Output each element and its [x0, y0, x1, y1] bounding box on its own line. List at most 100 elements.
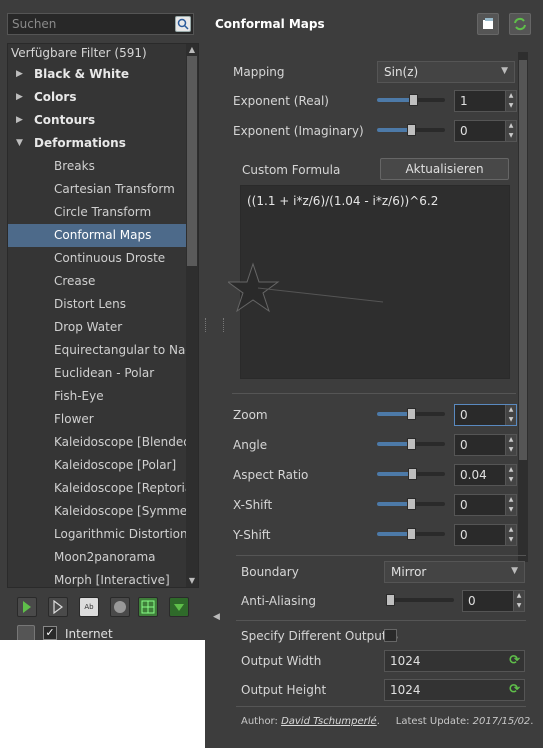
exponent-imag-slider[interactable]: [377, 124, 445, 136]
separator: [236, 555, 526, 556]
tree-item[interactable]: Kaleidoscope [Symmetry: [8, 500, 186, 523]
settings-scrollbar[interactable]: [518, 52, 528, 562]
specify-output-checkbox[interactable]: [384, 629, 397, 642]
zoom-value: 0: [460, 408, 468, 422]
sphere-icon[interactable]: [110, 597, 130, 617]
tree-item[interactable]: Continuous Droste: [8, 247, 186, 270]
tree-item[interactable]: Equirectangular to Nadir-: [8, 339, 186, 362]
slider-knob[interactable]: [407, 408, 416, 420]
search-icon[interactable]: [175, 16, 191, 32]
settings-scrollbar-thumb[interactable]: [519, 60, 527, 460]
slider-knob[interactable]: [407, 528, 416, 540]
refresh-icon[interactable]: [509, 13, 531, 35]
spin-arrows-icon[interactable]: ▲ ▼: [505, 121, 516, 141]
collapse-arrow-icon[interactable]: ◀: [213, 612, 225, 624]
spin-arrows-icon[interactable]: ▲ ▼: [505, 525, 516, 545]
zoom-slider[interactable]: [377, 408, 445, 420]
mapping-select[interactable]: Sin(z) ▼: [377, 61, 515, 83]
spin-arrows-icon[interactable]: ▲ ▼: [505, 465, 516, 485]
spin-arrows-icon[interactable]: ▲ ▼: [505, 435, 516, 455]
tree-item[interactable]: Euclidean - Polar: [8, 362, 186, 385]
exponent-real-spinbox[interactable]: 1 ▲ ▼: [454, 90, 517, 112]
splitter-grip-right[interactable]: [223, 318, 226, 332]
panel-splitter[interactable]: ◀: [205, 0, 227, 748]
tree-category[interactable]: ▶ Black & White: [8, 63, 186, 86]
tree-item[interactable]: Moon2panorama: [8, 546, 186, 569]
tree-item-label: Crease: [54, 274, 96, 288]
tree-item[interactable]: Morph [Interactive]: [8, 569, 186, 587]
tree-category[interactable]: ▼ Deformations: [8, 132, 186, 155]
download-icon[interactable]: [169, 597, 189, 617]
output-width-value[interactable]: 1024: [390, 654, 421, 668]
tree-category[interactable]: ▶ Contours: [8, 109, 186, 132]
tree-item[interactable]: Fish-Eye: [8, 385, 186, 408]
slider-knob[interactable]: [407, 498, 416, 510]
exponent-real-slider[interactable]: [377, 94, 445, 106]
tree-item[interactable]: Flower: [8, 408, 186, 431]
chevron-down-icon[interactable]: ▼: [16, 132, 23, 155]
author-link[interactable]: David Tschumperlé: [281, 716, 377, 727]
tree-item[interactable]: Kaleidoscope [Polar]: [8, 454, 186, 477]
aspect-ratio-slider[interactable]: [377, 468, 445, 480]
splitter-grip-left[interactable]: [205, 318, 208, 332]
slider-knob[interactable]: [409, 94, 418, 106]
spin-arrows-icon[interactable]: ▲ ▼: [513, 591, 524, 611]
formula-text[interactable]: ((1.1 + i*z/6)/(1.04 - i*z/6))^6.2: [247, 194, 438, 208]
grid-icon[interactable]: [138, 597, 158, 617]
chevron-right-icon[interactable]: ▶: [16, 86, 23, 109]
chevron-right-icon[interactable]: ▶: [16, 109, 23, 132]
refresh-icon[interactable]: ⟳: [509, 653, 520, 668]
tree-item[interactable]: Crease: [8, 270, 186, 293]
tree-item[interactable]: Logarithmic Distortion: [8, 523, 186, 546]
tree-item[interactable]: Cartesian Transform: [8, 178, 186, 201]
tree-item-label: Kaleidoscope [Polar]: [54, 458, 177, 472]
output-height-field[interactable]: 1024 ⟳: [384, 679, 525, 701]
x-shift-slider[interactable]: [377, 498, 445, 510]
tree-item[interactable]: Circle Transform: [8, 201, 186, 224]
output-height-value[interactable]: 1024: [390, 683, 421, 697]
slider-knob[interactable]: [407, 438, 416, 450]
chevron-right-icon[interactable]: ▶: [16, 63, 23, 86]
x-shift-spinbox[interactable]: 0 ▲ ▼: [454, 494, 517, 516]
scroll-down-icon[interactable]: ▼: [186, 575, 198, 587]
add-favorite-icon[interactable]: [17, 597, 37, 617]
tree-item[interactable]: Drop Water: [8, 316, 186, 339]
search-field[interactable]: Suchen: [7, 13, 194, 35]
search-input[interactable]: Suchen: [12, 17, 56, 31]
anti-aliasing-slider[interactable]: [386, 594, 454, 606]
tree-category[interactable]: ▶ Colors: [8, 86, 186, 109]
refresh-icon[interactable]: ⟳: [509, 682, 520, 697]
angle-spinbox[interactable]: 0 ▲ ▼: [454, 434, 517, 456]
text-icon[interactable]: Ab: [79, 597, 99, 617]
spin-arrows-icon[interactable]: ▲ ▼: [505, 405, 516, 425]
output-width-field[interactable]: 1024 ⟳: [384, 650, 525, 672]
empty-area: [0, 640, 228, 748]
filter-tree-header: Verfügbare Filter (591): [11, 46, 147, 60]
filter-tree-scrollbar[interactable]: ▲ ▼: [186, 44, 198, 587]
update-button[interactable]: Aktualisieren: [380, 158, 509, 180]
y-shift-spinbox[interactable]: 0 ▲ ▼: [454, 524, 517, 546]
anti-aliasing-spinbox[interactable]: 0 ▲ ▼: [462, 590, 525, 612]
internet-checkbox[interactable]: ✓: [43, 626, 57, 640]
tree-item[interactable]: Kaleidoscope [Blended]: [8, 431, 186, 454]
tree-item[interactable]: Distort Lens: [8, 293, 186, 316]
angle-value: 0: [460, 438, 468, 452]
angle-slider[interactable]: [377, 438, 445, 450]
slider-knob[interactable]: [386, 594, 395, 606]
zoom-spinbox[interactable]: 0 ▲ ▼: [454, 404, 517, 426]
slider-knob[interactable]: [408, 468, 417, 480]
tree-item[interactable]: Conformal Maps: [8, 224, 186, 247]
aspect-ratio-spinbox[interactable]: 0.04 ▲ ▼: [454, 464, 517, 486]
scrollbar-thumb[interactable]: [187, 56, 197, 266]
scroll-up-icon[interactable]: ▲: [186, 44, 198, 56]
slider-knob[interactable]: [407, 124, 416, 136]
spin-arrows-icon[interactable]: ▲ ▼: [505, 91, 516, 111]
exponent-imag-spinbox[interactable]: 0 ▲ ▼: [454, 120, 517, 142]
window-mode-icon[interactable]: [477, 13, 499, 35]
tree-item[interactable]: Kaleidoscope [Reptorian-: [8, 477, 186, 500]
boundary-select[interactable]: Mirror ▼: [384, 561, 525, 583]
tree-item[interactable]: Breaks: [8, 155, 186, 178]
y-shift-slider[interactable]: [377, 528, 445, 540]
remove-favorite-icon[interactable]: [48, 597, 68, 617]
spin-arrows-icon[interactable]: ▲ ▼: [505, 495, 516, 515]
